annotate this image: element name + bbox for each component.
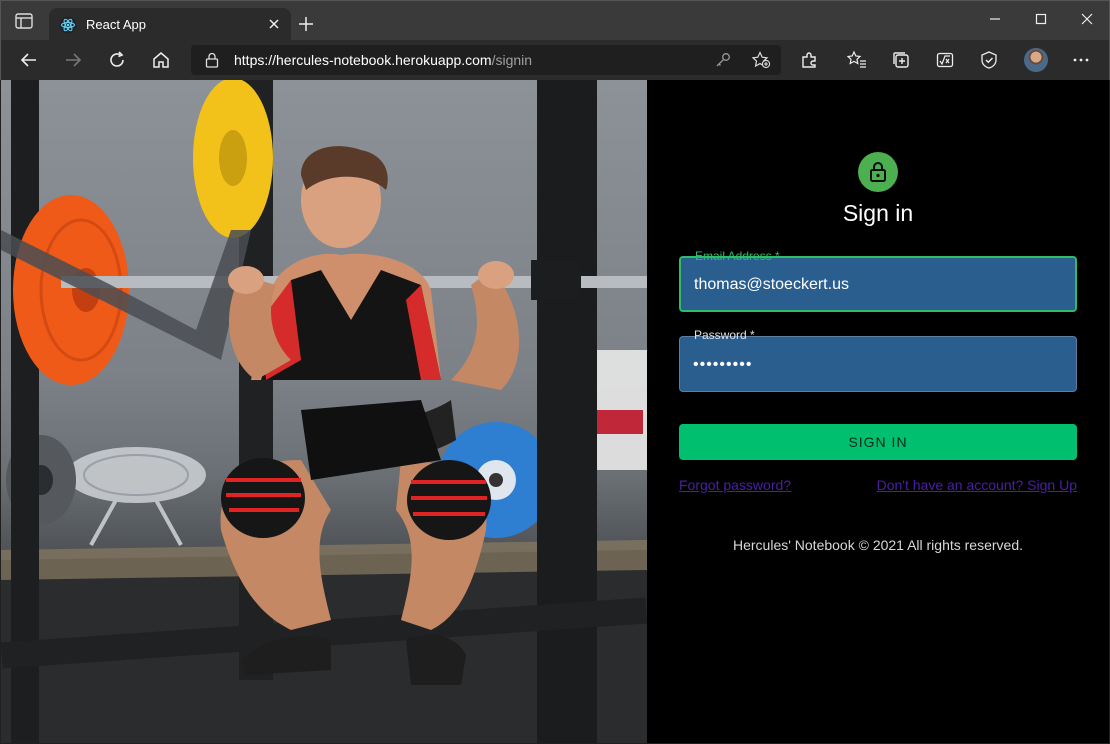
page-content: Sign in Email Address * thomas@stoeckert… xyxy=(1,80,1109,743)
url-path: /signin xyxy=(491,52,533,68)
email-label: Email Address * xyxy=(695,249,780,263)
tab-actions-icon[interactable] xyxy=(15,13,33,29)
close-window-icon[interactable] xyxy=(1075,9,1099,29)
hero-photo xyxy=(1,80,647,743)
maximize-icon[interactable] xyxy=(1029,9,1053,29)
tab-title: React App xyxy=(86,17,146,32)
password-field[interactable]: Password * ••••••••• xyxy=(679,328,1077,392)
password-input[interactable]: ••••••••• xyxy=(693,356,752,374)
forgot-password-link[interactable]: Forgot password? xyxy=(679,477,791,493)
react-logo-icon xyxy=(59,16,77,34)
refresh-icon[interactable] xyxy=(107,50,127,70)
page-title: Sign in xyxy=(842,200,914,226)
signup-link[interactable]: Don't have an account? Sign Up xyxy=(877,477,1077,493)
url-text[interactable]: https://hercules-notebook.herokuapp.com/… xyxy=(234,52,532,68)
email-field[interactable]: Email Address * thomas@stoeckert.us xyxy=(679,249,1077,312)
collections-icon[interactable] xyxy=(891,50,911,70)
browser-tab[interactable]: React App xyxy=(49,8,291,42)
add-favorite-icon[interactable] xyxy=(751,51,771,69)
close-tab-icon[interactable] xyxy=(267,17,281,31)
lock-icon[interactable] xyxy=(205,52,219,68)
password-label: Password * xyxy=(694,328,755,342)
signin-panel: Sign in Email Address * thomas@stoeckert… xyxy=(647,80,1109,743)
key-icon[interactable] xyxy=(715,52,731,68)
email-input[interactable]: thomas@stoeckert.us xyxy=(694,276,849,294)
lock-icon xyxy=(870,162,886,182)
browser-toolbar: https://hercules-notebook.herokuapp.com/… xyxy=(0,40,1110,80)
browser-essentials-icon[interactable] xyxy=(979,50,999,70)
weightlifter-illustration xyxy=(1,80,647,743)
new-tab-icon[interactable] xyxy=(297,15,315,33)
copyright-text: Hercules' Notebook © 2021 All rights res… xyxy=(732,537,1024,553)
profile-avatar[interactable] xyxy=(1024,48,1048,72)
signin-button[interactable]: SIGN IN xyxy=(679,424,1077,460)
url-host: https://hercules-notebook.herokuapp.com xyxy=(234,52,492,68)
home-icon[interactable] xyxy=(151,50,171,70)
minimize-icon[interactable] xyxy=(983,9,1007,29)
more-options-icon[interactable] xyxy=(1071,50,1091,70)
browser-titlebar: React App xyxy=(0,0,1110,42)
math-solver-icon[interactable] xyxy=(935,50,955,70)
forward-icon[interactable] xyxy=(63,50,83,70)
back-icon[interactable] xyxy=(19,50,39,70)
favorites-icon[interactable] xyxy=(847,50,867,70)
lock-avatar xyxy=(858,152,898,192)
extensions-icon[interactable] xyxy=(799,50,819,70)
address-bar[interactable]: https://hercules-notebook.herokuapp.com/… xyxy=(191,45,781,75)
